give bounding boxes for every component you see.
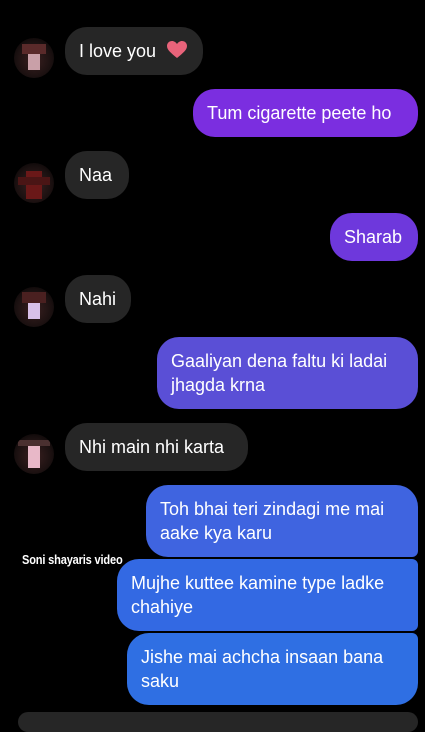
- message-text: Toh bhai teri zindagi me mai aake kya ka…: [160, 499, 385, 543]
- heart-icon: [167, 41, 188, 58]
- message-bubble-outgoing[interactable]: Tum cigarette peete ho: [193, 89, 418, 137]
- message-text: Gaaliyan dena faltu ki ladai jhagda krna: [171, 351, 388, 395]
- message-bubble-outgoing[interactable]: Toh bhai teri zindagi me mai aake kya ka…: [146, 485, 418, 557]
- message-bubble-outgoing[interactable]: Gaaliyan dena faltu ki ladai jhagda krna: [157, 337, 418, 409]
- message-composer[interactable]: [18, 712, 418, 732]
- message-bubble-outgoing[interactable]: Mujhe kuttee kamine type ladke chahiye: [117, 559, 418, 631]
- message-bubble-incoming[interactable]: Nhi main nhi karta: [65, 423, 248, 471]
- contact-avatar[interactable]: [14, 434, 54, 474]
- contact-avatar[interactable]: [14, 163, 54, 203]
- contact-avatar[interactable]: [14, 287, 54, 327]
- message-text: Jishe mai achcha insaan bana saku: [141, 647, 384, 691]
- message-bubble-incoming[interactable]: Naa: [65, 151, 129, 199]
- message-bubble-outgoing[interactable]: Sharab: [330, 213, 418, 261]
- message-text: Naa: [79, 165, 113, 185]
- message-bubble-outgoing[interactable]: Jishe mai achcha insaan bana saku: [127, 633, 418, 705]
- message-text: Mujhe kuttee kamine type ladke chahiye: [131, 573, 385, 617]
- message-text: Nhi main nhi karta: [79, 437, 225, 457]
- watermark-text: Soni shayaris video: [22, 552, 123, 567]
- message-text: Nahi: [79, 289, 117, 309]
- message-text: Sharab: [344, 227, 403, 247]
- message-bubble-incoming[interactable]: I love you: [65, 27, 203, 75]
- message-bubble-incoming[interactable]: Nahi: [65, 275, 131, 323]
- message-text: I love you: [79, 41, 157, 61]
- message-text: Tum cigarette peete ho: [207, 103, 392, 123]
- contact-avatar[interactable]: [14, 38, 54, 78]
